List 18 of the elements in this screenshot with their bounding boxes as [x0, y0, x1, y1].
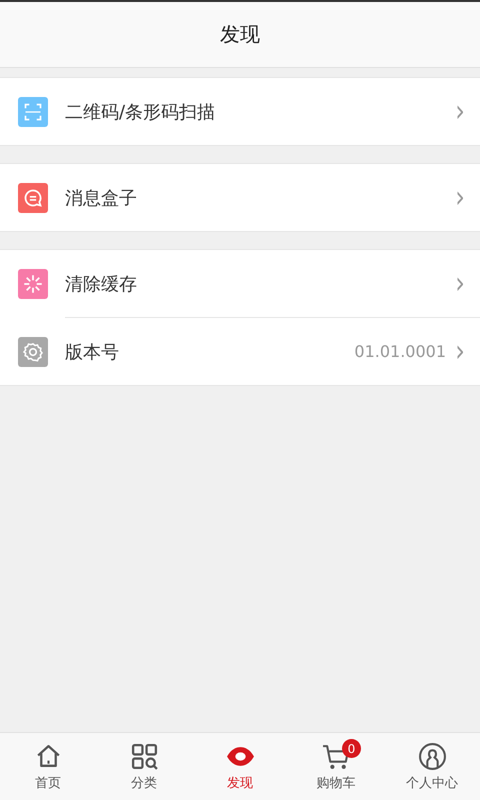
- chevron-icon: ›: [455, 336, 465, 366]
- menu-item[interactable]: 二维码/条形码扫描 ›: [0, 78, 480, 145]
- menu-item[interactable]: 消息盒子 ›: [0, 164, 480, 231]
- tab[interactable]: 首页: [0, 733, 96, 800]
- tab[interactable]: 购物车 0: [288, 733, 384, 800]
- chevron-icon: ›: [455, 182, 465, 212]
- count-badge: 0: [342, 739, 361, 758]
- version-number: 01.01.0001: [354, 342, 446, 361]
- chevron-icon: ›: [455, 268, 465, 298]
- tab[interactable]: 分类: [96, 733, 192, 800]
- menu-item[interactable]: 清除缓存 ›: [0, 250, 480, 317]
- chevron-icon: ›: [455, 96, 465, 126]
- person-circle-icon: [418, 742, 446, 770]
- page-title: 发现: [220, 21, 260, 48]
- menu-item[interactable]: 版本号 01.01.0001 ›: [65, 317, 480, 385]
- tab[interactable]: 个人中心: [384, 733, 480, 800]
- grid-search-icon: [130, 742, 158, 770]
- tab[interactable]: 发现: [192, 733, 288, 800]
